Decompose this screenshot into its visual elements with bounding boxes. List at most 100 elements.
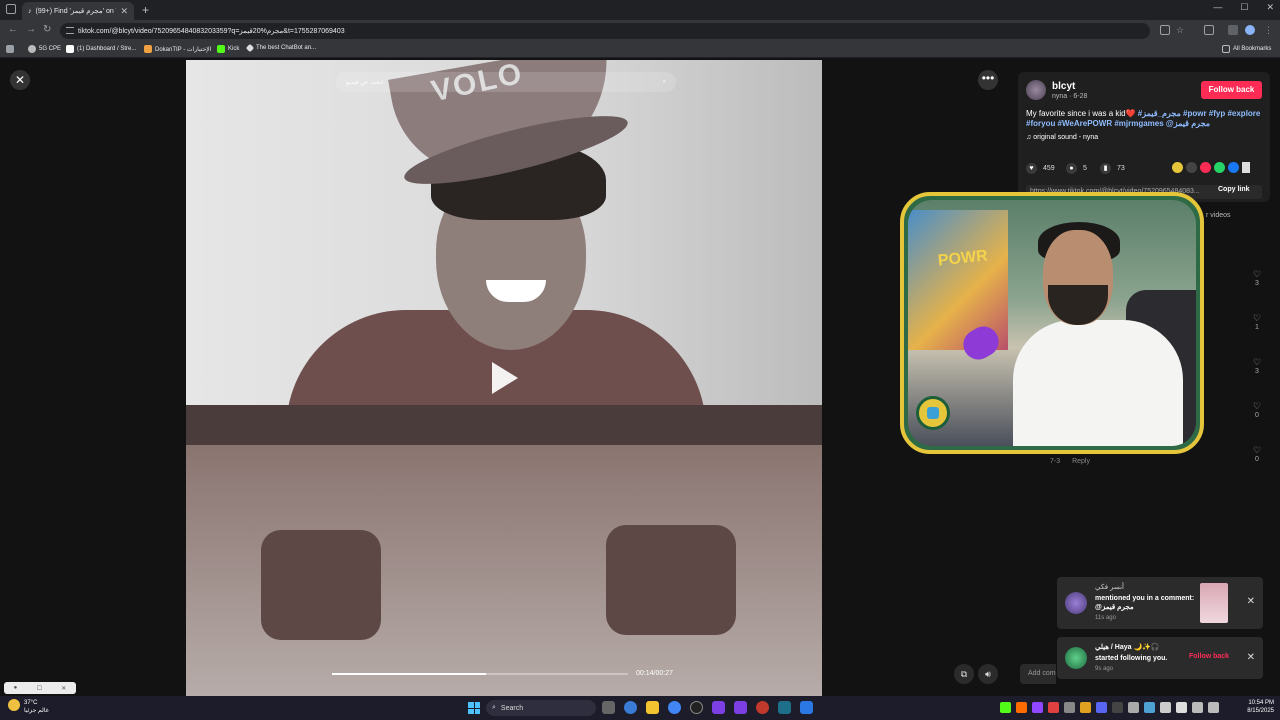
url-bar[interactable]: tiktok.com/@blcyt/video/7520965484083203… [60, 23, 1150, 39]
forward-icon[interactable]: → [26, 24, 36, 35]
back-icon[interactable]: ← [8, 24, 18, 35]
bookmark-dashboard[interactable]: (1) Dashboard / Stre... [66, 45, 136, 53]
follow-back-link[interactable]: Follow back [1189, 653, 1229, 660]
microphone-icon[interactable] [1160, 702, 1171, 713]
copilot-icon[interactable] [624, 701, 637, 714]
browser-menu-icon[interactable]: ⋮ [1264, 25, 1274, 35]
tab-search-icon[interactable] [6, 4, 16, 14]
clock-time: 10:54 PM [1248, 700, 1274, 706]
close-video-button[interactable]: ✕ [10, 70, 30, 90]
weather-icon [8, 699, 20, 711]
comment-date: 7-3 [1050, 458, 1061, 465]
tray-app-icon[interactable] [1000, 702, 1011, 713]
comment-like[interactable]: ♡ 0 [1250, 401, 1264, 419]
bookmark-kick[interactable]: Kick [217, 45, 239, 53]
tray-app-icon[interactable] [1080, 702, 1091, 713]
comment-like[interactable]: ♡ 3 [1250, 357, 1264, 375]
language-icon[interactable] [1176, 702, 1187, 713]
notepad-icon[interactable] [800, 701, 813, 714]
notification-mention[interactable]: أنسر فكي mentioned you in a comment: @مج… [1057, 577, 1263, 629]
music-link[interactable]: ♫ original sound - nyna [1026, 134, 1098, 141]
video-player[interactable]: VOLO ابحث عن فيديو ⌕ 00:14/00:27 [186, 60, 822, 696]
bookmark-dokantip[interactable]: DokanTIP - الإختيارات [144, 45, 211, 53]
tab-close-icon[interactable]: ✕ [120, 6, 128, 17]
taskbar-search[interactable]: ⌕ Search [486, 700, 596, 716]
mini-window-icon[interactable]: ☐ [37, 685, 42, 692]
all-bookmarks[interactable]: All Bookmarks [1222, 45, 1271, 53]
tray-app-icon[interactable] [1048, 702, 1059, 713]
play-icon[interactable] [492, 362, 518, 394]
taskbar-clock[interactable]: 10:54 PM 8/15/2025 [1240, 699, 1274, 715]
send-icon[interactable] [1200, 162, 1211, 173]
tray-app-icon[interactable] [1144, 702, 1155, 713]
comment-button[interactable]: ● 5 [1066, 163, 1087, 174]
taskbar-search-label: Search [500, 704, 524, 712]
comment-like[interactable]: ♡ 3 [1250, 269, 1264, 287]
task-view-icon[interactable] [602, 701, 615, 714]
profile-avatar[interactable] [1245, 25, 1255, 35]
volume-icon[interactable]: 🔊︎ [978, 664, 998, 684]
close-window-icon[interactable]: ✕ [1266, 2, 1274, 13]
bot-app-icon-2[interactable] [734, 701, 747, 714]
notification-message: mentioned you in a comment: @مجرم قيمز [1095, 595, 1195, 611]
video-progress-bar[interactable] [332, 673, 628, 675]
video-search-bar[interactable]: ابحث عن فيديو ⌕ [336, 72, 676, 92]
site-info-icon[interactable] [66, 27, 74, 34]
weather-widget[interactable]: 37°C غالم جزئيا [8, 699, 49, 715]
obs-icon[interactable] [690, 701, 703, 714]
app-icon[interactable] [756, 701, 769, 714]
bookmark-5g-cpe[interactable]: 5G CPE [28, 45, 61, 53]
facebook-icon[interactable] [1228, 162, 1239, 173]
sidebar-icon[interactable] [1228, 25, 1238, 35]
video-arm-left [261, 530, 381, 640]
wifi-icon[interactable] [1192, 702, 1203, 713]
mini-close-icon[interactable]: ✕ [61, 685, 66, 692]
bot-app-icon[interactable] [712, 701, 725, 714]
discord-icon[interactable] [1096, 702, 1107, 713]
post-username[interactable]: blcyt [1052, 81, 1075, 92]
reload-icon[interactable]: ↻ [43, 24, 51, 35]
save-count: 73 [1117, 165, 1125, 172]
embed-icon[interactable] [1186, 162, 1197, 173]
notification-follow[interactable]: هيلي / Haya 🌙✨🎧 started following you. 9… [1057, 637, 1263, 679]
speaker-icon[interactable] [1208, 702, 1219, 713]
bookmark-star-icon[interactable]: ☆ [1176, 25, 1186, 35]
like-button[interactable]: ♥ 459 [1026, 163, 1055, 174]
minimize-icon[interactable]: — [1213, 2, 1222, 13]
reply-button[interactable]: Reply [1072, 458, 1090, 465]
mini-record-icon[interactable]: ● [14, 685, 18, 691]
add-comment-input[interactable]: Add comm [1020, 664, 1056, 684]
close-icon[interactable]: ✕ [1247, 596, 1255, 607]
comment-like[interactable]: ♡ 0 [1250, 445, 1264, 463]
notification-thumbnail [1200, 583, 1228, 623]
floating-player-icon[interactable]: ⧉ [954, 664, 974, 684]
new-tab-icon[interactable]: + [142, 3, 149, 17]
cast-icon[interactable] [1160, 25, 1170, 35]
file-explorer-icon[interactable] [646, 701, 659, 714]
heart-outline-icon: ♡ [1252, 313, 1262, 323]
extensions-icon[interactable] [1204, 25, 1214, 35]
tray-app-icon[interactable] [1032, 702, 1043, 713]
repost-icon[interactable] [1172, 162, 1183, 173]
chrome-icon[interactable] [668, 701, 681, 714]
terminal-icon[interactable] [778, 701, 791, 714]
tray-app-icon[interactable] [1112, 702, 1123, 713]
browser-tab[interactable]: ♪ (99+) Find 'مجرم قيمز' on TikTo... ✕ [22, 2, 134, 20]
comment-like[interactable]: ♡ 1 [1250, 313, 1264, 331]
tray-app-icon[interactable] [1128, 702, 1139, 713]
save-button[interactable]: ▮ 73 [1100, 163, 1125, 174]
whatsapp-icon[interactable] [1214, 162, 1225, 173]
tab-creator-videos[interactable]: r videos [1206, 212, 1231, 219]
maximize-icon[interactable]: ☐ [1240, 2, 1248, 13]
tray-app-icon[interactable] [1016, 702, 1027, 713]
more-options-icon[interactable]: ••• [978, 70, 998, 90]
share-arrow-icon[interactable] [1242, 162, 1250, 173]
apps-icon[interactable] [6, 45, 14, 53]
bookmark-chatbot[interactable]: The best ChatBot an... [245, 43, 316, 53]
windows-start-icon[interactable] [468, 702, 480, 714]
tray-app-icon[interactable] [1064, 702, 1075, 713]
copy-link-button[interactable]: Copy link [1218, 186, 1250, 193]
close-icon[interactable]: ✕ [1247, 652, 1255, 663]
follow-back-button[interactable]: Follow back [1201, 81, 1262, 99]
avatar[interactable] [1026, 80, 1046, 100]
